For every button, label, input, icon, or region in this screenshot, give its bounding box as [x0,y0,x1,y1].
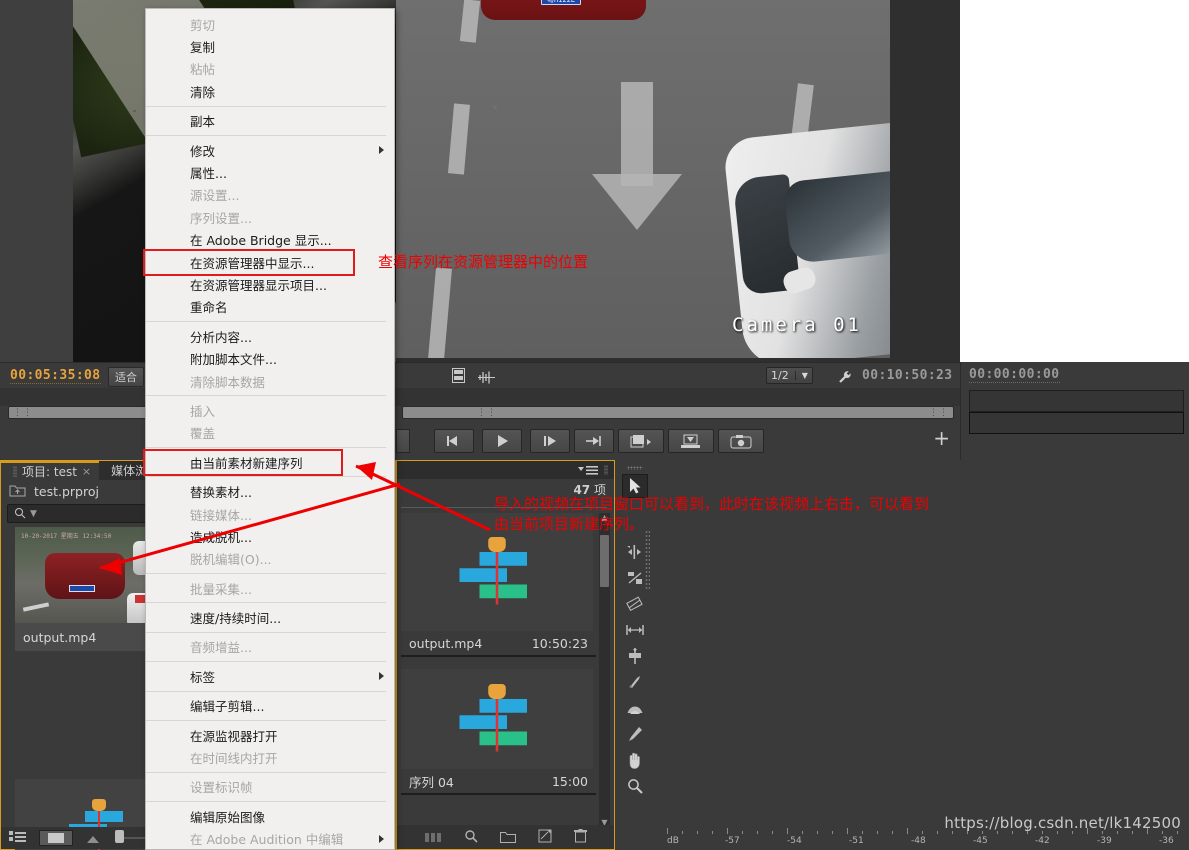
annotation-arrows [99,462,491,575]
